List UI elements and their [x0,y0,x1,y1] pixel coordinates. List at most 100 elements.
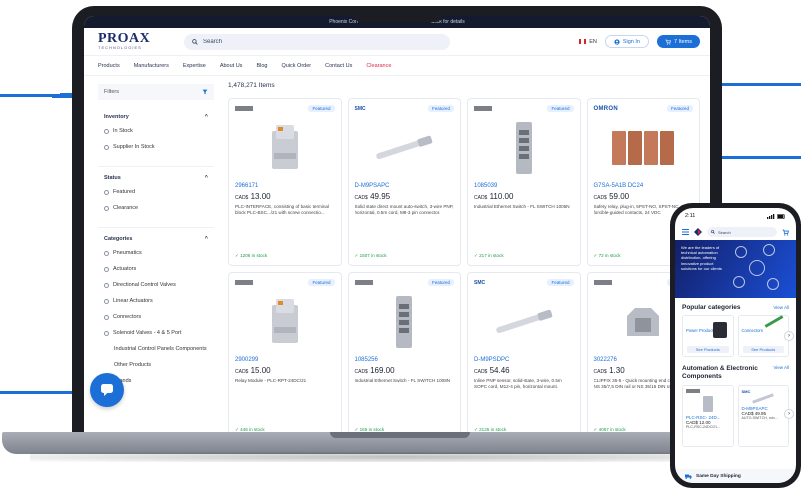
cart-icon[interactable] [782,229,789,236]
filter-group-title[interactable]: Status ^ [104,175,208,181]
product-image[interactable] [355,117,455,179]
product-description: Industrial Ethernet Switch - FL SWITCH 1… [354,378,451,383]
view-all-link[interactable]: View All [773,365,789,370]
filter-option-label: Pneumatics [113,250,142,256]
filter-option-clearance[interactable]: Clearance [104,205,208,211]
product-image[interactable] [235,291,335,353]
radio-button[interactable] [104,266,109,272]
chevron-right-icon[interactable]: › [784,331,794,341]
nav-item-products[interactable]: Products [98,63,120,69]
featured-badge: Featured [547,105,574,112]
search-input[interactable] [203,38,423,45]
language-selector[interactable]: EN [579,39,597,45]
radio-button[interactable] [104,330,109,336]
radio-button[interactable] [104,205,109,211]
stock-status: ✓ 4067 in stock [593,427,626,432]
product-image[interactable] [235,117,335,179]
product-part-number[interactable]: 1085039 [474,183,574,189]
power-supply-image [712,322,727,338]
radio-button[interactable] [104,250,109,256]
product-image[interactable] [474,291,574,353]
smc-brand-mark: SMC [741,389,751,394]
radio-button[interactable] [104,128,109,134]
category-card-power-products[interactable]: Power Products See Products [682,315,734,357]
radio-button[interactable] [104,282,109,288]
filter-option-in-stock[interactable]: In Stock [104,128,208,134]
search-icon [711,230,715,234]
nav-item-manufacturers[interactable]: Manufacturers [134,63,169,69]
mobile-shipping-banner[interactable]: Same Day Shipping [675,469,796,483]
filter-option-connectors[interactable]: Connectors [104,314,208,320]
product-card[interactable]: Featured 2900299 CAD$ 15.00 Relay Module - … [228,272,342,432]
logo-tagline: TECHNOLOGIES [98,45,142,50]
currency-label: CAD$ [593,195,607,201]
nav-item-blog[interactable]: Blog [256,63,267,69]
proax-mark-icon[interactable] [694,228,702,236]
filter-option-actuators[interactable]: Actuators [104,266,208,272]
chat-button[interactable] [90,373,124,407]
search-bar[interactable] [184,33,450,50]
nav-item-quick-order[interactable]: Quick Order [281,63,311,69]
product-part-number[interactable]: D-M9PSDPC [474,357,574,363]
proax-logo[interactable]: PROAX TECHNOLOGIES [98,32,170,51]
product-card[interactable]: SMC Featured D-M9PSDPC CAD$ 54.46 Inline PNP… [467,272,581,432]
chevron-right-icon[interactable]: › [784,409,794,419]
view-all-link[interactable]: View All [773,305,789,310]
mobile-search-bar[interactable]: Search [707,227,777,237]
filter-option-directional-control-valves[interactable]: Directional Control Valves [104,282,208,288]
price-value: 13.00 [250,192,271,201]
product-card[interactable]: SMC Featured D-M9PSAPC CAD$ 49.95 Solid stat… [347,98,461,266]
price-value: 54.46 [489,366,510,375]
stock-status: ✓ 446 in stock [235,427,265,432]
radio-button[interactable] [104,298,109,304]
product-part-number[interactable]: G7SA-5A1B DC24 [594,183,694,189]
mobile-hero-banner[interactable]: We are the leaders of technical automati… [675,240,796,298]
filter-option-pneumatics[interactable]: Pneumatics [104,250,208,256]
product-part-number[interactable]: 2900299 [235,357,335,363]
filter-option-solenoid-valves[interactable]: Solenoid Valves - 4 & 5 Port [104,330,208,336]
sign-in-button[interactable]: Sign In [604,35,649,48]
radio-button[interactable] [104,314,109,320]
filter-option-featured[interactable]: Featured [104,189,208,195]
filters-header[interactable]: Filters [98,84,214,100]
see-products-button[interactable]: See Products [742,346,784,353]
category-label: Connectors [741,328,763,333]
filter-group-status: Status ^ Featured Clearance [98,167,214,228]
filter-group-title[interactable]: Inventory ^ [104,114,208,120]
filter-group-title-text: Inventory [104,114,129,120]
product-part-number[interactable]: 2966171 [235,183,335,189]
nav-item-clearance[interactable]: Clearance [366,63,391,69]
filter-option-industrial-control-panels[interactable]: Industrial Control Panels Components [104,346,208,352]
hamburger-menu-icon[interactable] [682,229,689,235]
product-part-number[interactable]: 1085256 [355,357,455,363]
nav-item-about-us[interactable]: About Us [220,63,243,69]
see-products-button[interactable]: See Products [687,346,729,353]
filter-option-other-products[interactable]: Other Products [104,362,208,368]
phoenix-contact-logo [474,106,492,111]
mobile-product-card[interactable]: SMC D-M9PSAPC CAD$ 49.95 AUTO-SWITCH, mi… [737,385,789,447]
filter-group-title[interactable]: Categories ^ [104,236,208,242]
nav-item-expertise[interactable]: Expertise [183,63,206,69]
filter-option-linear-actuators[interactable]: Linear Actuators [104,298,208,304]
product-part-number[interactable]: D-M9PSAPC [355,183,455,189]
product-image[interactable] [474,117,574,179]
mobile-status-bar: 2:11 [675,208,796,224]
product-image[interactable] [355,291,455,353]
filter-option-label: In Stock [113,128,133,134]
category-card-connectors[interactable]: Connectors See Products [737,315,789,357]
filter-option-label: Solenoid Valves - 4 & 5 Port [113,330,182,336]
nav-item-contact-us[interactable]: Contact Us [325,63,352,69]
radio-button[interactable] [104,144,109,150]
product-card[interactable]: Featured 1085256 CAD$ 169.00 Industrial Eth… [347,272,461,432]
cart-button[interactable]: 7 Items [656,35,700,48]
mobile-product-card[interactable]: PLC-RSC- 24D... CAD$ 12.00 PLC-RSC-24DC/… [682,385,734,447]
card-top: OMRON Featured [594,104,693,113]
product-card[interactable]: Featured 1085039 CAD$ 110.00 Industrial Eth… [467,98,581,266]
filter-option-supplier-in-stock[interactable]: Supplier In Stock [104,144,208,150]
cart-icon [665,39,671,45]
radio-button[interactable] [104,189,109,195]
product-card[interactable]: Featured 2966171 CAD$ 13.00 PLC-INTERFACE, … [228,98,342,266]
phoenix-contact-logo [593,280,612,285]
marketing-stage: Phoenix Con - Click for details PROAX TE… [0,0,801,493]
product-image[interactable] [594,117,694,179]
